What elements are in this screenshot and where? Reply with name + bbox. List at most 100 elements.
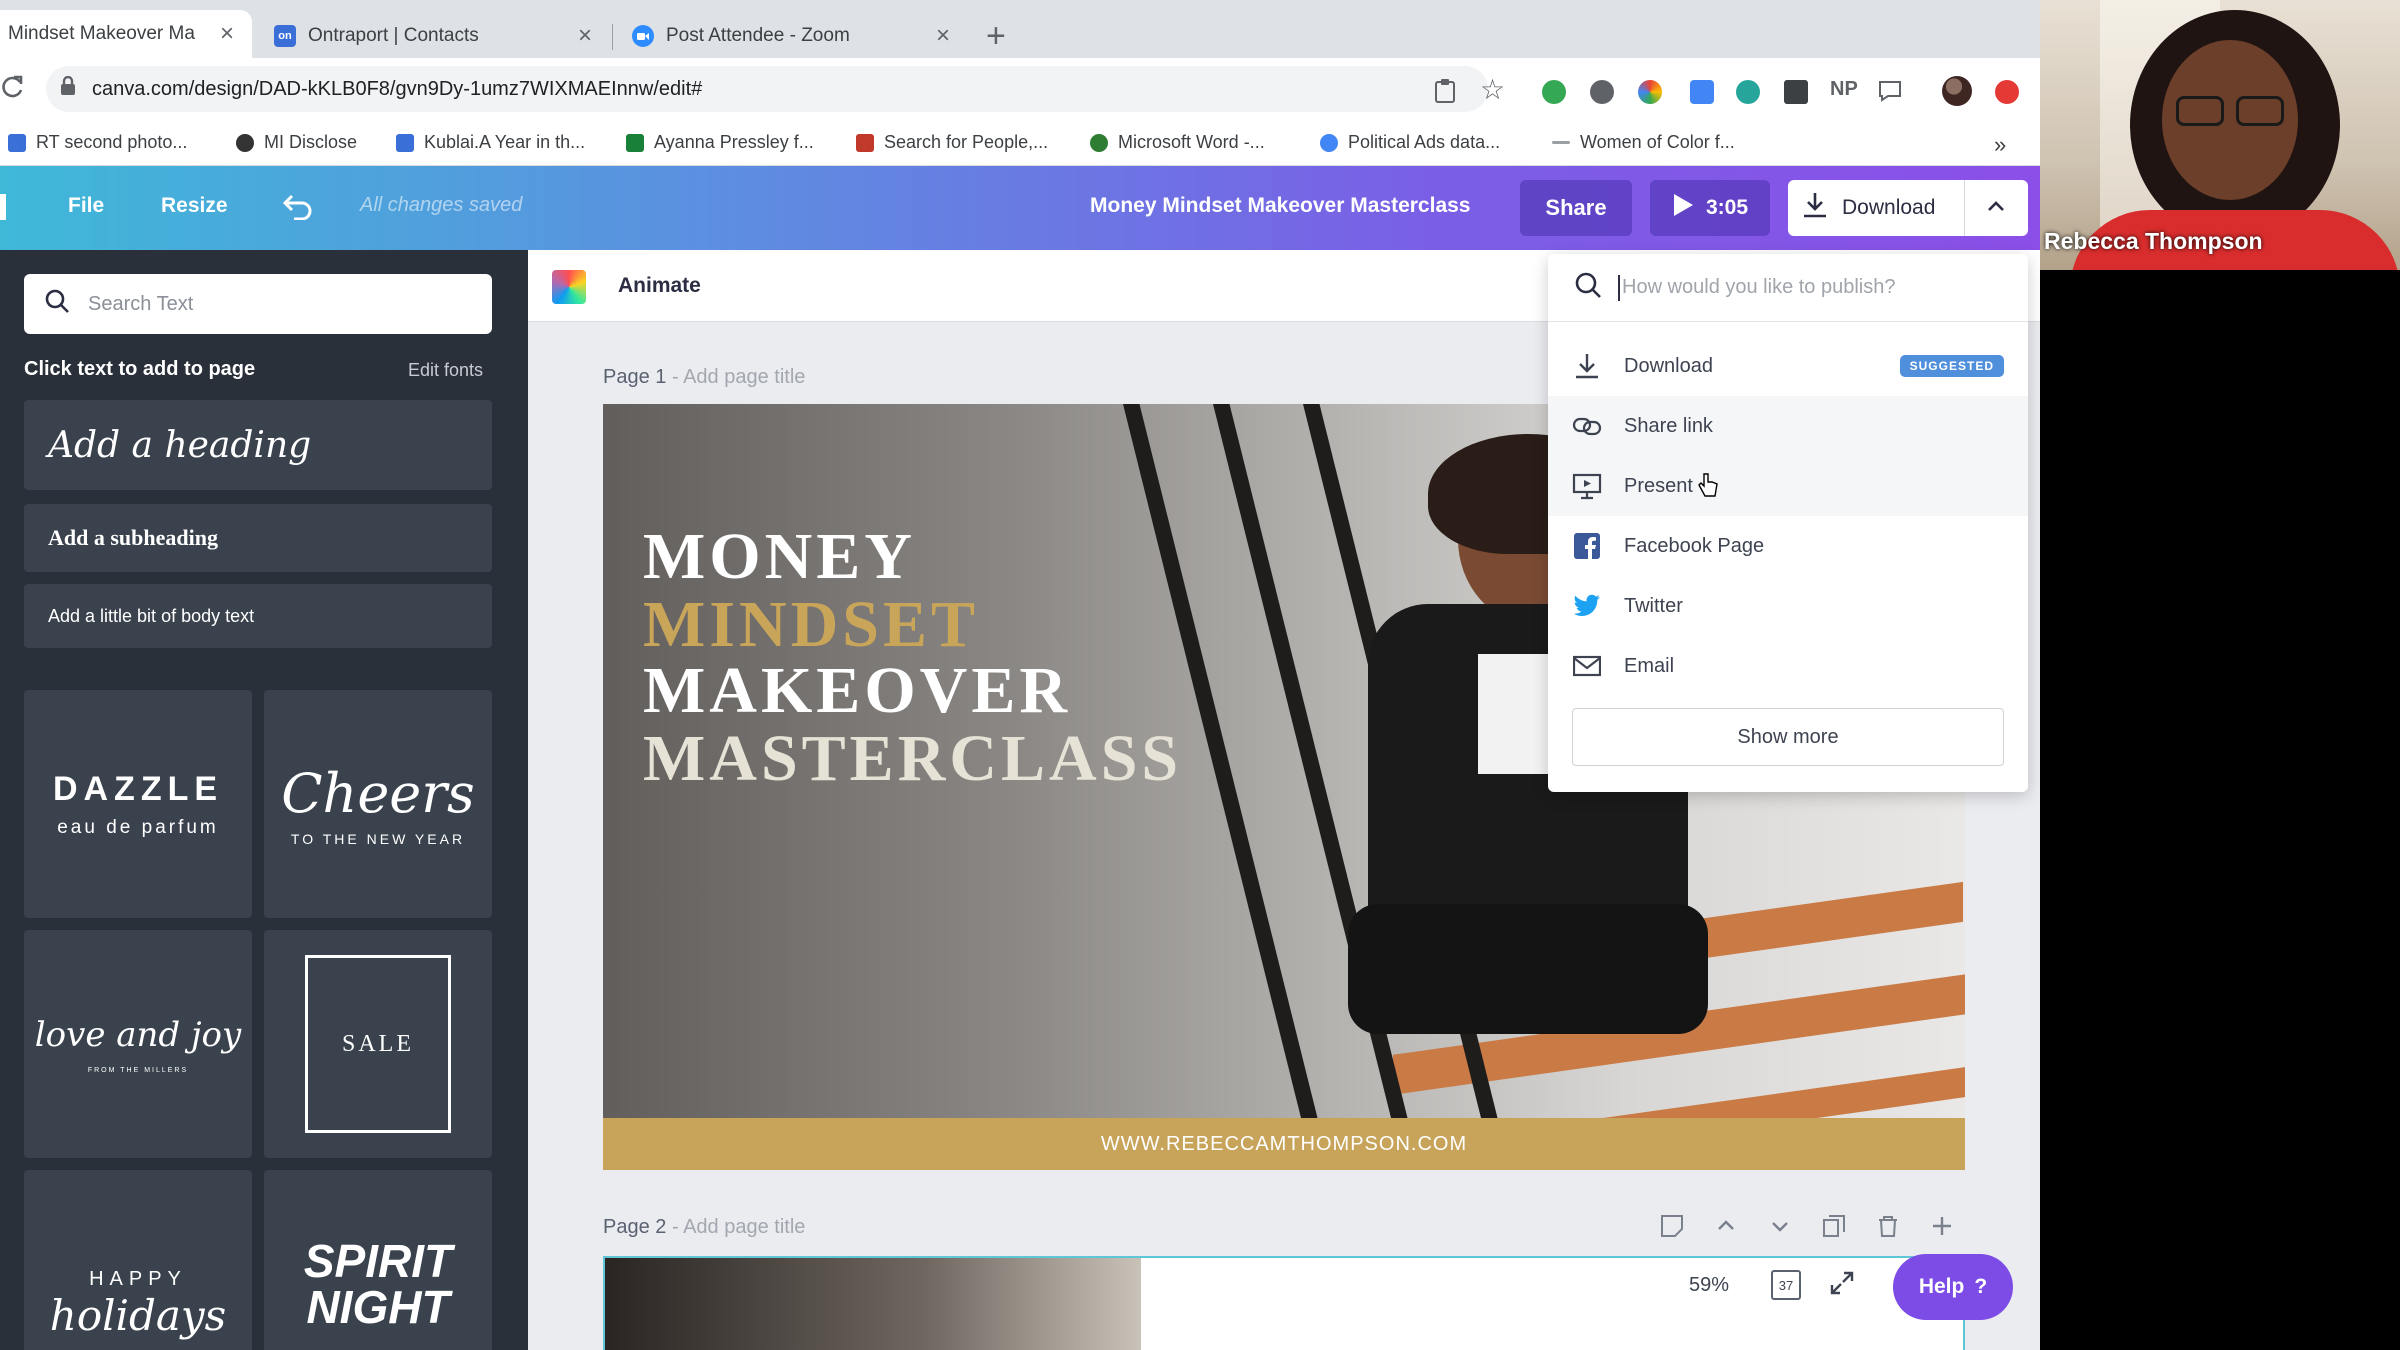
add-heading-preset[interactable]: Add a heading	[24, 400, 492, 490]
publish-menu: How would you like to publish? Download …	[1548, 254, 2028, 792]
screen: Mindset Makeover Ma × on Ontraport | Con…	[0, 0, 2040, 1350]
tile-subtitle: holidays	[49, 1291, 227, 1340]
address-bar[interactable]: canva.com/design/DAD-kKLB0F8/gvn9Dy-1umz…	[46, 66, 1488, 112]
star-icon[interactable]: ☆	[1480, 76, 1505, 104]
extension-grammarly-icon[interactable]	[1542, 80, 1566, 104]
template-tile-cheers[interactable]: Cheers TO THE NEW YEAR	[264, 690, 492, 918]
headline-line[interactable]: MASTERCLASS	[643, 726, 1182, 792]
publish-search-input[interactable]: How would you like to publish?	[1548, 254, 2028, 322]
close-icon[interactable]: ×	[578, 22, 592, 50]
bookmark-favicon-icon	[236, 133, 254, 152]
bookmark-favicon-icon	[1552, 141, 1570, 144]
edit-fonts-link[interactable]: Edit fonts	[408, 360, 483, 381]
close-icon[interactable]: ×	[220, 20, 234, 48]
note-icon[interactable]	[1660, 1214, 1684, 1244]
facebook-icon	[1572, 531, 1602, 561]
extension-circle-icon[interactable]	[1590, 80, 1614, 104]
bookmark-item[interactable]: RT second photo...	[8, 132, 187, 153]
browser-toolbar: canva.com/design/DAD-kKLB0F8/gvn9Dy-1umz…	[0, 58, 2040, 122]
play-duration: 3:05	[1705, 196, 1749, 219]
extension-pen-icon[interactable]	[1690, 80, 1714, 104]
publish-item-facebook[interactable]: Facebook Page	[1548, 516, 2028, 576]
suggested-badge: SUGGESTED	[1899, 355, 2004, 377]
headline-line[interactable]: MINDSET	[643, 592, 979, 658]
reload-icon[interactable]	[0, 74, 26, 107]
chevron-down-icon[interactable]	[1768, 1214, 1792, 1244]
publish-item-label: Email	[1624, 654, 1675, 677]
trash-icon[interactable]	[1876, 1214, 1900, 1244]
fullscreen-icon[interactable]	[1829, 1270, 1855, 1301]
extension-np[interactable]: NP	[1830, 78, 1858, 101]
twitter-icon	[1572, 591, 1602, 621]
template-tile-spirit-night[interactable]: SPIRIT NIGHT	[264, 1170, 492, 1350]
share-button[interactable]: Share	[1520, 180, 1632, 236]
menu-edge	[0, 194, 6, 220]
bookmark-item[interactable]: Women of Color f...	[1552, 132, 1735, 153]
bookmark-item[interactable]: Ayanna Pressley f...	[626, 132, 814, 153]
help-button[interactable]: Help ?	[1893, 1254, 2013, 1320]
email-icon	[1572, 651, 1602, 681]
publish-item-present[interactable]: Present	[1548, 456, 2028, 516]
publish-item-share-link[interactable]: Share link	[1548, 396, 2028, 456]
bookmark-item[interactable]: Kublai.A Year in th...	[396, 132, 585, 153]
extension-teal-icon[interactable]	[1736, 80, 1760, 104]
animate-button[interactable]: Animate	[618, 274, 701, 298]
publish-item-label: Twitter	[1624, 594, 1683, 617]
publish-item-label: Download	[1624, 354, 1713, 377]
page2-label: Page 2 - Add page title	[603, 1216, 805, 1239]
website-band[interactable]: WWW.REBECCAMTHOMPSON.COM	[603, 1118, 1965, 1170]
template-tile-love-and-joy[interactable]: love and joy FROM THE MILLERS	[24, 930, 252, 1158]
bookmarks-overflow-button[interactable]: »	[1994, 132, 2006, 158]
template-tile-dazzle[interactable]: DAZZLE eau de parfum	[24, 690, 252, 918]
undo-icon[interactable]	[282, 192, 314, 225]
glasses-right	[2236, 96, 2284, 126]
page1-label: Page 1 - Add page title	[603, 366, 805, 389]
search-text-input[interactable]: Search Text	[24, 274, 492, 334]
bookmark-item[interactable]: Political Ads data...	[1320, 132, 1500, 153]
tab-canva[interactable]: Mindset Makeover Ma ×	[0, 10, 252, 58]
close-icon[interactable]: ×	[936, 22, 950, 50]
template-tile-sale[interactable]: SALE	[264, 930, 492, 1158]
add-subheading-preset[interactable]: Add a subheading	[24, 504, 492, 572]
clipboard-icon[interactable]	[1434, 78, 1456, 109]
bookmark-item[interactable]: MI Disclose	[236, 132, 357, 153]
headline-line[interactable]: MONEY	[643, 524, 916, 590]
add-page-icon[interactable]	[1930, 1214, 1954, 1244]
present-play-button[interactable]: 3:05	[1650, 180, 1770, 236]
bookmark-item[interactable]: Search for People,...	[856, 132, 1048, 153]
extension-color-icon[interactable]	[1638, 80, 1662, 104]
zoom-level[interactable]: 59%	[1675, 1263, 1744, 1307]
chat-icon[interactable]	[1878, 80, 1902, 107]
add-page-title[interactable]: - Add page title	[672, 1216, 805, 1238]
chevron-up-icon[interactable]	[1714, 1214, 1738, 1244]
download-label: Download	[1842, 196, 1936, 219]
tab-zoom[interactable]: Post Attendee - Zoom ×	[614, 14, 968, 58]
page-count-button[interactable]: 37	[1771, 1270, 1802, 1300]
add-body-text-preset[interactable]: Add a little bit of body text	[24, 584, 492, 648]
chevron-up-icon[interactable]	[1984, 196, 2008, 222]
file-menu[interactable]: File	[68, 194, 104, 218]
tab-ontraport[interactable]: on Ontraport | Contacts ×	[256, 14, 610, 58]
extension-red-icon[interactable]	[1995, 80, 2019, 104]
extension-card-icon[interactable]	[1784, 80, 1808, 104]
profile-avatar-icon[interactable]	[1942, 76, 1972, 106]
bookmark-label: Political Ads data...	[1348, 132, 1501, 152]
lock-icon	[60, 75, 76, 102]
publish-item-email[interactable]: Email	[1548, 636, 2028, 696]
publish-item-download[interactable]: Download SUGGESTED	[1548, 336, 2028, 396]
duplicate-icon[interactable]	[1822, 1214, 1846, 1244]
bookmark-label: RT second photo...	[36, 132, 188, 152]
tab-separator	[612, 24, 613, 50]
add-page-title[interactable]: - Add page title	[672, 366, 805, 388]
publish-item-twitter[interactable]: Twitter	[1548, 576, 2028, 636]
page-tools	[1660, 1214, 1954, 1244]
download-button[interactable]: Download	[1788, 180, 2028, 236]
bookmark-item[interactable]: Microsoft Word -...	[1090, 132, 1265, 153]
template-tile-happy-holidays[interactable]: HAPPY holidays	[24, 1170, 252, 1350]
headline-line[interactable]: MAKEOVER	[643, 658, 1071, 724]
show-more-button[interactable]: Show more	[1572, 708, 2004, 766]
new-tab-button[interactable]: +	[986, 16, 1006, 56]
design-title[interactable]: Money Mindset Makeover Masterclass	[1090, 194, 1470, 218]
resize-menu[interactable]: Resize	[161, 194, 228, 218]
ontraport-favicon-icon: on	[274, 25, 296, 47]
